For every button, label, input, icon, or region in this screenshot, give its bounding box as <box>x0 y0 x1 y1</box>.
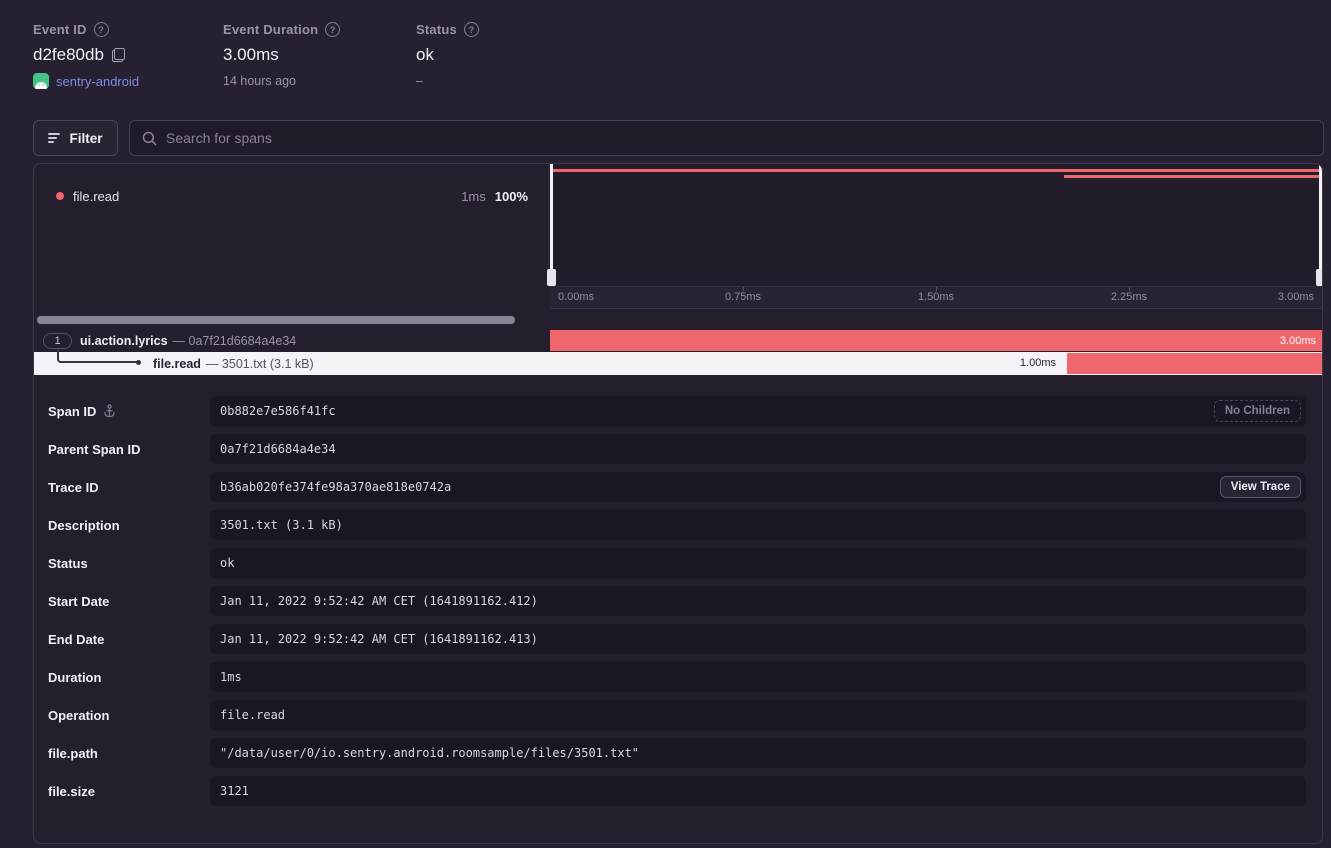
status-sub-value: – <box>416 74 479 88</box>
span-operation: file.read <box>153 357 201 371</box>
detail-row-span-id: Span ID 0b882e7e586f41fc No Children <box>34 396 1322 426</box>
span-duration-bar[interactable]: 3.00ms <box>550 330 1322 351</box>
detail-row-operation: Operation file.read <box>34 700 1322 730</box>
operation-name: file.read <box>73 189 119 204</box>
detail-value-parent-span-id: 0a7f21d6684a4e34 <box>210 434 1306 464</box>
event-id-label: Event ID <box>33 22 87 37</box>
event-time-ago: 14 hours ago <box>223 74 340 88</box>
minimap-left-handle[interactable] <box>550 164 553 286</box>
axis-tick: 0.00ms <box>558 291 594 303</box>
event-id-block: Event ID ? d2fe80db sentry-android <box>33 22 139 89</box>
filter-icon <box>48 133 60 143</box>
detail-value-operation: file.read <box>210 700 1306 730</box>
help-icon[interactable]: ? <box>325 22 340 37</box>
copy-icon[interactable] <box>112 48 125 62</box>
detail-row-end-date: End Date Jan 11, 2022 9:52:42 AM CET (16… <box>34 624 1322 654</box>
detail-value-duration: 1ms <box>210 662 1306 692</box>
help-icon[interactable]: ? <box>464 22 479 37</box>
event-duration-block: Event Duration ? 3.00ms 14 hours ago <box>223 22 340 88</box>
anchor-icon[interactable] <box>103 404 116 418</box>
view-trace-button[interactable]: View Trace <box>1220 476 1301 498</box>
axis-tick: 0.75ms <box>725 291 761 303</box>
operation-breakdown-row[interactable]: file.read 1ms 100% <box>34 184 548 208</box>
operation-duration: 1ms <box>461 189 486 204</box>
detail-value-file-path: "/data/user/0/io.sentry.android.roomsamp… <box>210 738 1306 768</box>
minimap-canvas[interactable] <box>550 164 1322 286</box>
detail-value-file-size: 3121 <box>210 776 1306 806</box>
detail-row-duration: Duration 1ms <box>34 662 1322 692</box>
children-count-badge[interactable]: 1 <box>43 333 72 349</box>
detail-row-file-size: file.size 3121 <box>34 776 1322 806</box>
detail-value-status: ok <box>210 548 1306 578</box>
detail-row-description: Description 3501.txt (3.1 kB) <box>34 510 1322 540</box>
tree-scroll-row <box>34 310 549 329</box>
span-details-table: Span ID 0b882e7e586f41fc No Children Par… <box>34 396 1322 814</box>
horizontal-scrollbar[interactable] <box>37 316 515 324</box>
project-link[interactable]: sentry-android <box>33 73 139 89</box>
filter-button-label: Filter <box>69 131 102 146</box>
minimap-span-line <box>1064 175 1322 178</box>
detail-row-file-path: file.path "/data/user/0/io.sentry.androi… <box>34 738 1322 768</box>
axis-tick: 2.25ms <box>1111 291 1147 303</box>
axis-tick: 1.50ms <box>918 291 954 303</box>
detail-value-span-id: 0b882e7e586f41fc No Children <box>210 396 1306 426</box>
minimap-strip: file.read 1ms 100% <box>34 164 1322 286</box>
span-detail-text: — 3501.txt (3.1 kB) <box>206 357 314 371</box>
span-duration-bar[interactable] <box>1067 353 1322 374</box>
detail-row-parent-span-id: Parent Span ID 0a7f21d6684a4e34 <box>34 434 1322 464</box>
operation-color-dot <box>56 192 64 200</box>
minimap-span-line <box>553 169 1322 172</box>
detail-value-end-date: Jan 11, 2022 9:52:42 AM CET (1641891162.… <box>210 624 1306 654</box>
event-duration-label: Event Duration <box>223 22 318 37</box>
span-row-ui-action-lyrics[interactable]: 1 ui.action.lyrics — 0a7f21d6684a4e34 3.… <box>34 329 1322 352</box>
tree-connector-line <box>57 346 137 363</box>
event-id-value: d2fe80db <box>33 45 104 65</box>
timeline-axis: 0.00ms 0.75ms 1.50ms 2.25ms 3.00ms <box>550 286 1322 309</box>
search-icon <box>142 131 157 146</box>
status-block: Status ? ok – <box>416 22 479 88</box>
no-children-button[interactable]: No Children <box>1214 400 1301 422</box>
android-icon <box>33 73 49 89</box>
operation-percent: 100% <box>495 189 528 204</box>
project-link-label: sentry-android <box>56 74 139 89</box>
detail-row-trace-id: Trace ID b36ab020fe374fe98a370ae818e0742… <box>34 472 1322 502</box>
status-label: Status <box>416 22 457 37</box>
status-value: ok <box>416 45 434 65</box>
event-duration-value: 3.00ms <box>223 45 279 65</box>
operations-breakdown: file.read 1ms 100% <box>34 164 549 286</box>
detail-value-trace-id: b36ab020fe374fe98a370ae818e0742a View Tr… <box>210 472 1306 502</box>
detail-row-start-date: Start Date Jan 11, 2022 9:52:42 AM CET (… <box>34 586 1322 616</box>
span-duration-label: 1.00ms <box>1020 352 1056 375</box>
search-input[interactable] <box>166 130 1311 146</box>
span-detail-text: — 0a7f21d6684a4e34 <box>173 334 297 348</box>
span-row-file-read[interactable]: file.read — 3501.txt (3.1 kB) 1.00ms <box>34 352 1322 375</box>
trace-panel: file.read 1ms 100% 0.00ms 0.75ms <box>33 163 1323 844</box>
minimap-right-handle[interactable] <box>1319 164 1322 286</box>
detail-value-description: 3501.txt (3.1 kB) <box>210 510 1306 540</box>
span-search-bar <box>129 120 1324 156</box>
span-duration-label: 3.00ms <box>1280 335 1316 347</box>
detail-row-status: Status ok <box>34 548 1322 578</box>
axis-tick: 3.00ms <box>1278 291 1314 303</box>
event-id-label-row: Event ID ? <box>33 22 139 37</box>
span-detail-page: Event ID ? d2fe80db sentry-android Event… <box>0 0 1331 848</box>
help-icon[interactable]: ? <box>94 22 109 37</box>
filter-button[interactable]: Filter <box>33 120 118 156</box>
detail-value-start-date: Jan 11, 2022 9:52:42 AM CET (1641891162.… <box>210 586 1306 616</box>
